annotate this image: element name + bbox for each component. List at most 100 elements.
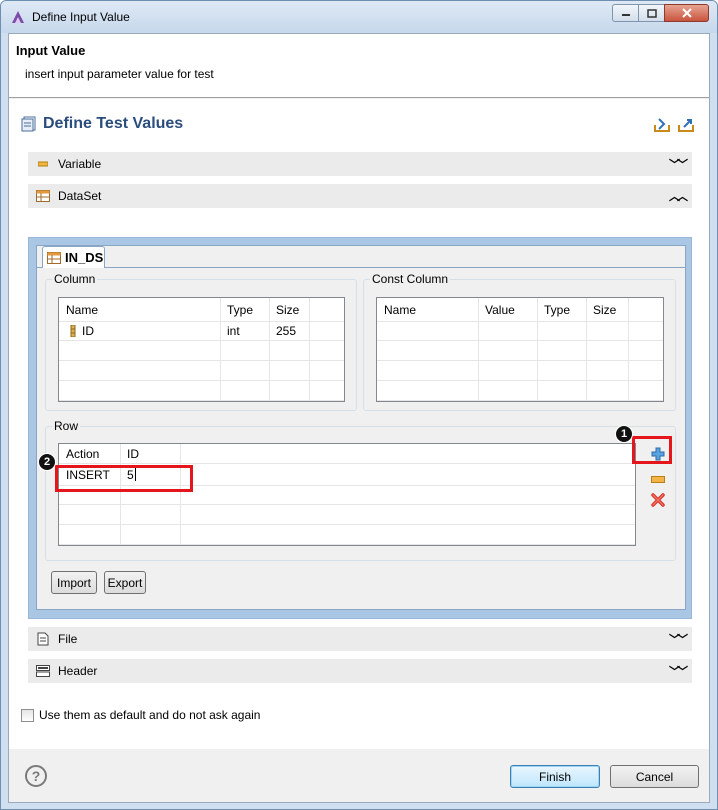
column-group: Column Name Type Size ID int 255 [45,272,357,411]
row-group-legend: Row [52,419,81,433]
cancel-button[interactable]: Cancel [610,765,699,788]
page-title-text: Define Test Values [43,115,184,132]
grid-line [537,298,538,401]
finish-button[interactable]: Finish [510,765,600,788]
dialog-client: Input Value insert input parameter value… [8,33,710,803]
table-icon [47,251,61,264]
title-bar: Define Input Value [1,1,717,33]
minimize-icon [621,14,630,16]
const-table-header: Name Value Type Size [377,298,663,322]
table-row [59,362,344,381]
chevron-down-icon[interactable]: ﹀﹀ [669,156,688,172]
table-row[interactable]: ID int 255 [59,322,344,341]
section-dataset[interactable]: DataSet ︿︿ [28,184,692,208]
column-table[interactable]: Name Type Size ID int 255 [58,297,345,402]
annotation-badge-1: 1 [615,425,633,443]
table-row [377,342,663,361]
table-row [377,362,663,381]
const-header-type[interactable]: Type [537,298,570,321]
grid-line [269,298,270,401]
header-icon [36,664,50,678]
table-row [59,342,344,361]
grid-line [220,298,221,401]
tab-in-ds[interactable]: IN_DS [42,246,105,268]
file-icon [36,632,50,646]
test-values-icon [21,116,36,132]
section-variable[interactable]: Variable ﹀﹀ [28,152,692,176]
column-header-type[interactable]: Type [220,298,253,321]
table-icon [36,189,50,203]
const-header-name[interactable]: Name [377,298,416,321]
import-values-icon[interactable] [653,117,671,133]
chevron-down-icon[interactable]: ﹀﹀ [669,631,688,647]
grid-line [628,298,629,401]
column-header-name[interactable]: Name [59,298,98,321]
const-column-group-legend: Const Column [370,272,451,286]
row-table[interactable]: Action ID INSERT 5 [58,443,636,546]
section-variable-label: Variable [58,157,102,171]
table-row [377,322,663,341]
form-area: Define Test Values Variable ﹀﹀ DataSet ︿… [9,99,709,749]
remove-row-icon [651,476,665,483]
export-button[interactable]: Export [104,571,146,594]
column-table-header: Name Type Size [59,298,344,322]
tab-divider [37,267,685,268]
minimize-button[interactable] [612,4,639,22]
header-title: Input Value [16,43,86,58]
dialog-footer [9,750,709,802]
page-title: Define Test Values [21,115,183,133]
annotation-highlight-row [55,465,193,492]
header-subtitle: insert input parameter value for test [25,67,214,81]
cell-size: 255 [276,324,297,338]
row-header-action[interactable]: Action [59,444,99,463]
dataset-tab-folder: IN_DS Column Name Type Size ID int 255 C… [36,245,686,610]
table-row [377,382,663,401]
section-dataset-label: DataSet [58,189,102,203]
grid-line [120,444,121,545]
grid-line [478,298,479,401]
tab-label: IN_DS [65,250,104,265]
default-checkbox-label[interactable]: Use them as default and do not ask again [39,708,260,722]
help-icon[interactable]: ? [25,765,47,787]
chevron-up-icon[interactable]: ︿︿ [669,188,688,204]
row-group: Row Action ID INSERT 5 [45,419,676,561]
const-column-table[interactable]: Name Value Type Size [376,297,664,402]
delete-all-button[interactable] [643,491,671,509]
remove-row-button[interactable] [643,472,671,488]
window-title: Define Input Value [32,10,130,24]
dataset-panel: IN_DS Column Name Type Size ID int 255 C… [28,237,692,619]
close-icon [681,8,692,18]
section-file[interactable]: File ﹀﹀ [28,627,692,651]
maximize-button[interactable] [638,4,665,22]
const-header-size[interactable]: Size [586,298,616,321]
grid-line [586,298,587,401]
column-header-size[interactable]: Size [269,298,299,321]
export-values-icon[interactable] [677,117,695,133]
delete-all-icon [651,493,665,507]
import-button[interactable]: Import [51,571,97,594]
column-group-legend: Column [52,272,98,286]
close-button[interactable] [664,4,709,22]
section-file-label: File [58,632,78,646]
window-controls [612,4,709,22]
section-header[interactable]: Header ﹀﹀ [28,659,692,683]
variable-icon [36,157,50,171]
maximize-icon [646,8,657,18]
row-table-header: Action ID [59,444,635,464]
cell-name: ID [82,324,94,338]
app-icon [12,11,24,23]
annotation-badge-2: 2 [38,453,56,471]
chevron-down-icon[interactable]: ﹀﹀ [669,663,688,679]
table-row [59,382,344,401]
const-header-value[interactable]: Value [478,298,515,321]
annotation-highlight-add [632,436,672,464]
default-checkbox[interactable] [21,708,34,722]
page-toolbar [653,117,695,133]
grid-line [180,444,181,545]
section-header-label: Header [58,664,98,678]
default-checkbox-row[interactable]: Use them as default and do not ask again [21,708,260,722]
grid-line [309,298,310,401]
table-row [59,506,635,525]
const-column-group: Const Column Name Value Type Size [363,272,676,411]
row-header-id[interactable]: ID [120,444,139,463]
